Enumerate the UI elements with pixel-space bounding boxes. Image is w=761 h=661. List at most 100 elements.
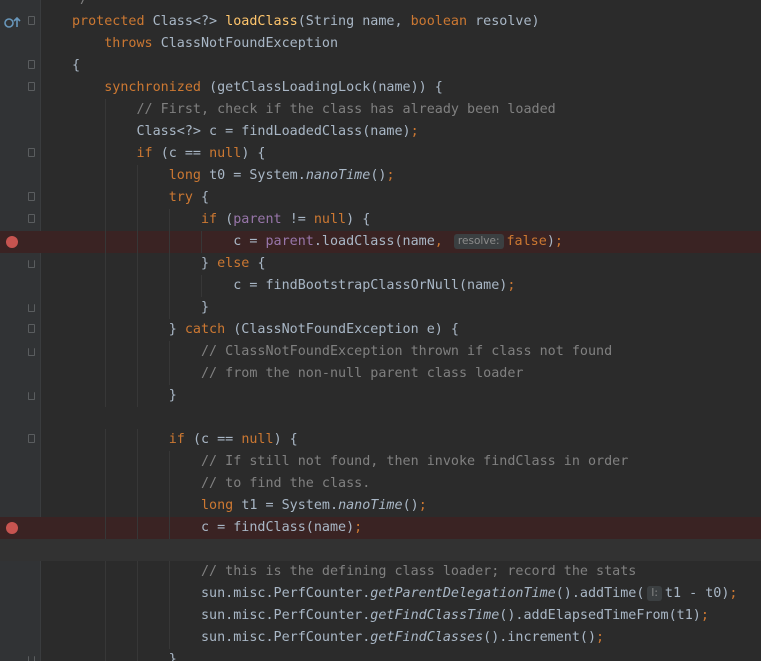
breakpoint-icon[interactable] <box>6 236 18 248</box>
code-line[interactable]: try { <box>0 187 761 209</box>
fold-marker-icon[interactable] <box>28 16 35 25</box>
code-token: } <box>72 388 177 403</box>
code-token: ) <box>546 234 555 249</box>
code-text: sun.misc.PerfCounter.getFindClasses().in… <box>72 627 604 649</box>
code-token: t1 - t0) <box>664 586 730 601</box>
code-token: c = <box>72 234 266 249</box>
code-token: ) { <box>273 432 298 447</box>
code-token: if <box>168 432 193 447</box>
code-token: ; <box>507 278 516 293</box>
code-line[interactable]: long t1 = System.nanoTime(); <box>0 495 761 517</box>
code-line[interactable]: { <box>0 55 761 77</box>
code-token: } <box>72 322 185 337</box>
code-line[interactable]: } <box>0 649 761 661</box>
code-line[interactable]: if (c == null) { <box>0 429 761 451</box>
code-token: ; <box>354 520 363 535</box>
code-text: // to find the class. <box>72 473 370 495</box>
code-token: sun.misc.PerfCounter. <box>72 586 371 601</box>
fold-marker-icon[interactable] <box>28 192 35 201</box>
code-token: null <box>313 212 347 227</box>
code-text: if (c == null) { <box>72 429 298 451</box>
code-token: ().addTime( <box>555 586 645 601</box>
code-line[interactable]: c = findBootstrapClassOrNull(name); <box>0 275 761 297</box>
code-token: */ <box>72 0 88 7</box>
code-text: // If still not found, then invoke findC… <box>72 451 628 473</box>
code-token: Class<?> <box>152 14 226 29</box>
code-text: */ <box>72 0 88 11</box>
code-line[interactable]: long t0 = System.nanoTime(); <box>0 165 761 187</box>
fold-marker-icon[interactable] <box>28 260 35 268</box>
code-text: { <box>72 55 80 77</box>
code-editor[interactable]: */ protected Class<?> loadClass(String na… <box>0 0 761 661</box>
code-line[interactable]: // First, check if the class has already… <box>0 99 761 121</box>
code-text: Class<?> c = findLoadedClass(name); <box>72 121 418 143</box>
code-line[interactable] <box>0 407 761 429</box>
code-token: if <box>136 146 161 161</box>
code-line[interactable]: protected Class<?> loadClass(String name… <box>0 11 761 33</box>
code-token: protected <box>72 14 153 29</box>
code-text: // this is the defining class loader; re… <box>72 561 636 583</box>
fold-marker-icon[interactable] <box>28 148 35 157</box>
code-line[interactable]: // ClassNotFoundException thrown if clas… <box>0 341 761 363</box>
code-token: != <box>289 212 314 227</box>
code-line[interactable]: */ <box>0 0 761 11</box>
code-text: sun.misc.PerfCounter.getParentDelegation… <box>72 583 737 605</box>
fold-marker-icon[interactable] <box>28 214 35 223</box>
fold-marker-icon[interactable] <box>28 348 35 356</box>
code-token: ; <box>418 498 427 513</box>
code-line[interactable]: // this is the defining class loader; re… <box>0 561 761 583</box>
code-text: // First, check if the class has already… <box>72 99 555 121</box>
code-line[interactable]: synchronized (getClassLoadingLock(name))… <box>0 77 761 99</box>
code-token: (c == <box>160 146 210 161</box>
code-line[interactable]: sun.misc.PerfCounter.getFindClasses().in… <box>0 627 761 649</box>
code-line[interactable] <box>0 539 761 561</box>
code-token: throws <box>72 36 161 51</box>
code-line[interactable]: // from the non-null parent class loader <box>0 363 761 385</box>
code-token: getParentDelegationTime <box>370 586 556 601</box>
code-line[interactable]: } catch (ClassNotFoundException e) { <box>0 319 761 341</box>
code-token: nanoTime <box>305 168 371 183</box>
code-text: throws ClassNotFoundException <box>72 33 338 55</box>
code-token: Class<?> c = findLoadedClass(name) <box>72 124 411 139</box>
code-token: else <box>217 256 258 271</box>
code-token: ().addElapsedTimeFrom(t1) <box>499 608 701 623</box>
fold-marker-icon[interactable] <box>28 82 35 91</box>
code-line[interactable]: if (c == null) { <box>0 143 761 165</box>
fold-marker-icon[interactable] <box>28 60 35 69</box>
code-line[interactable]: } else { <box>0 253 761 275</box>
code-token: } <box>72 652 177 661</box>
code-token: sun.misc.PerfCounter. <box>72 630 371 645</box>
fold-marker-icon[interactable] <box>28 656 35 661</box>
code-token: parent <box>265 234 314 249</box>
code-line[interactable]: c = findClass(name); <box>0 517 761 539</box>
fold-marker-icon[interactable] <box>28 324 35 333</box>
code-line[interactable]: // to find the class. <box>0 473 761 495</box>
code-line[interactable]: throws ClassNotFoundException <box>0 33 761 55</box>
code-token: // to find the class. <box>72 476 371 491</box>
code-line[interactable]: c = parent.loadClass(name, resolve: false… <box>0 231 761 253</box>
code-token: try <box>168 190 201 205</box>
code-line[interactable]: if (parent != null) { <box>0 209 761 231</box>
code-token: t1 = System. <box>241 498 339 513</box>
code-text: } <box>72 649 177 661</box>
overrides-method-icon[interactable] <box>3 14 23 30</box>
breakpoint-icon[interactable] <box>6 522 18 534</box>
parameter-hint: l: <box>647 586 662 601</box>
code-line[interactable]: } <box>0 297 761 319</box>
code-line[interactable]: sun.misc.PerfCounter.getParentDelegation… <box>0 583 761 605</box>
code-token: null <box>241 432 274 447</box>
code-token: parent <box>233 212 290 227</box>
code-line[interactable]: } <box>0 385 761 407</box>
code-token: { <box>257 256 266 271</box>
code-text: c = findBootstrapClassOrNull(name); <box>72 275 515 297</box>
fold-marker-icon[interactable] <box>28 304 35 312</box>
fold-marker-icon[interactable] <box>28 434 35 443</box>
fold-marker-icon[interactable] <box>28 392 35 400</box>
code-line[interactable]: sun.misc.PerfCounter.getFindClassTime().… <box>0 605 761 627</box>
code-line[interactable]: Class<?> c = findLoadedClass(name); <box>0 121 761 143</box>
code-line[interactable]: // If still not found, then invoke findC… <box>0 451 761 473</box>
